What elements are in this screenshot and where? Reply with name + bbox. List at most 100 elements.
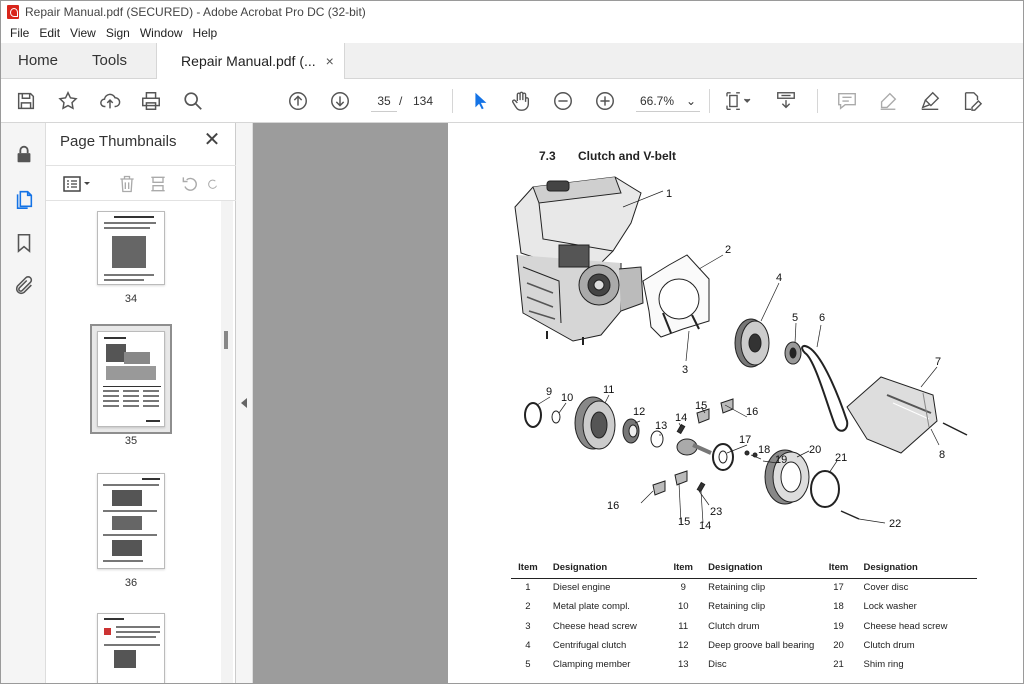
callout-10: 10 [561, 392, 573, 404]
table-cell: 12 [677, 640, 689, 652]
zoom-level-select[interactable]: 66.7% ⌄ [636, 90, 700, 112]
table-cell: 19 [833, 620, 844, 632]
callout-21: 21 [835, 452, 847, 464]
table-cell: Clutch drum [863, 640, 915, 652]
callout-20: 20 [809, 444, 821, 456]
zoom-in-icon[interactable] [592, 88, 618, 114]
page-up-icon[interactable] [285, 88, 311, 114]
page-down-icon[interactable] [327, 88, 353, 114]
exploded-view-diagram: 1 2 3 4 5 6 7 8 9 10 11 12 13 14 15 16 1 [514, 176, 968, 532]
window-title: Repair Manual.pdf (SECURED) - Adobe Acro… [25, 5, 366, 19]
extract-page-icon[interactable] [147, 173, 169, 195]
menu-view[interactable]: View [70, 26, 96, 40]
callout-7: 7 [935, 356, 941, 368]
toolbar-divider [452, 89, 453, 113]
acrobat-window: Repair Manual.pdf (SECURED) - Adobe Acro… [0, 0, 1024, 684]
table-cell: 13 [677, 659, 689, 671]
panel-collapse-handle[interactable] [236, 123, 253, 683]
search-zoom-icon[interactable] [180, 88, 206, 114]
close-tab-button[interactable]: × [326, 53, 334, 69]
menu-file[interactable]: File [10, 26, 29, 40]
document-tab-label: Repair Manual.pdf (... [181, 53, 316, 69]
rotate-left-icon[interactable] [179, 173, 201, 195]
page-fit-icon[interactable] [721, 88, 755, 114]
select-pointer-icon[interactable] [467, 88, 493, 114]
table-row: 5 Clamping member 13 Disc 21 Shim ring [511, 655, 977, 674]
page-thumbnails-panel: Page Thumbnails ✕ 34 35 36 [46, 123, 236, 683]
thumbnail-page-number: 35 [124, 435, 138, 447]
tab-tools[interactable]: Tools [75, 43, 144, 78]
menu-edit[interactable]: Edit [39, 26, 60, 40]
delete-page-icon[interactable] [116, 173, 138, 195]
page-number-input[interactable]: 35 [371, 90, 397, 112]
hand-tool-icon[interactable] [508, 88, 534, 114]
scrollbar-thumb[interactable] [224, 331, 228, 349]
comment-icon[interactable] [834, 88, 860, 114]
thumbnail-page-34[interactable] [97, 211, 165, 285]
save-icon[interactable] [13, 88, 39, 114]
column-header: Designation [700, 559, 822, 579]
pages-icon[interactable] [11, 186, 37, 212]
highlight-icon[interactable] [875, 88, 901, 114]
table-row: 1 Diesel engine 9 Retaining clip 17 Cove… [511, 578, 977, 597]
lock-icon[interactable] [11, 141, 37, 167]
sign-icon[interactable] [917, 88, 943, 114]
table-cell: Deep groove ball bearing [708, 640, 815, 652]
callout-1: 1 [666, 188, 672, 200]
menu-help[interactable]: Help [193, 26, 218, 40]
zoom-out-icon[interactable] [550, 88, 576, 114]
callout-17: 17 [739, 434, 751, 446]
menu-bar: File Edit View Sign Window Help [1, 23, 1023, 43]
acrobat-logo-icon [7, 5, 19, 19]
table-cell: 9 [680, 582, 686, 594]
callout-4: 4 [776, 272, 782, 284]
thumbnail-page-number: 34 [124, 293, 138, 305]
thumbnail-toolbar [46, 165, 236, 201]
tab-home[interactable]: Home [1, 43, 75, 78]
callout-12: 12 [633, 406, 645, 418]
table-cell: 10 [677, 601, 689, 613]
callout-16: 16 [746, 406, 758, 418]
print-icon[interactable] [138, 88, 164, 114]
table-cell: 11 [678, 620, 689, 632]
left-navigation-rail [1, 123, 46, 683]
thumbnail-page-37[interactable] [97, 613, 165, 683]
zoom-level-value: 66.7% [640, 93, 675, 108]
rotate-right-icon[interactable] [206, 173, 220, 195]
menu-sign[interactable]: Sign [106, 26, 130, 40]
table-cell: Cover disc [863, 582, 909, 594]
callout-5: 5 [792, 312, 798, 324]
page-total: 134 [413, 94, 434, 108]
callout-16-lower: 16 [607, 500, 619, 512]
table-header-row: Item Designation Item Designation Item D… [511, 559, 977, 579]
table-cell: 1 [525, 582, 531, 594]
bookmark-star-icon[interactable] [55, 88, 81, 114]
column-header: Item [821, 559, 856, 579]
table-cell: 21 [833, 659, 844, 671]
thumbnail-scrollbar[interactable] [221, 201, 233, 683]
thumbnail-page-36[interactable] [97, 473, 165, 569]
table-row: 4 Centrifugal clutch 12 Deep groove ball… [511, 636, 977, 655]
edit-pdf-icon[interactable] [959, 88, 985, 114]
centrifugal-clutch-drawing [734, 318, 802, 368]
menu-window[interactable]: Window [140, 26, 183, 40]
v-belt-drawing [801, 345, 849, 432]
document-viewer[interactable]: 7.3 Clutch and V-belt 1 2 3 4 5 6 7 8 9 … [253, 123, 1023, 683]
table-cell: 2 [525, 601, 531, 613]
callout-11: 11 [603, 384, 614, 396]
table-cell: 20 [833, 640, 844, 652]
close-panel-button[interactable]: ✕ [201, 129, 223, 151]
tab-document[interactable]: Repair Manual.pdf (... × [156, 43, 345, 79]
table-cell: Metal plate compl. [552, 601, 630, 613]
scroll-mode-icon[interactable] [773, 88, 799, 114]
attachment-icon[interactable] [11, 273, 37, 299]
thumbnail-options-icon[interactable] [60, 173, 94, 195]
metal-plate-drawing [642, 254, 710, 338]
section-number: 7.3 [539, 149, 556, 163]
table-cell: 17 [833, 582, 844, 594]
thumbnail-page-35[interactable] [97, 331, 165, 427]
table-cell: Clutch drum [708, 620, 760, 632]
bookmark-icon[interactable] [11, 230, 37, 256]
upload-cloud-icon[interactable] [97, 88, 123, 114]
panel-title: Page Thumbnails [60, 133, 177, 150]
